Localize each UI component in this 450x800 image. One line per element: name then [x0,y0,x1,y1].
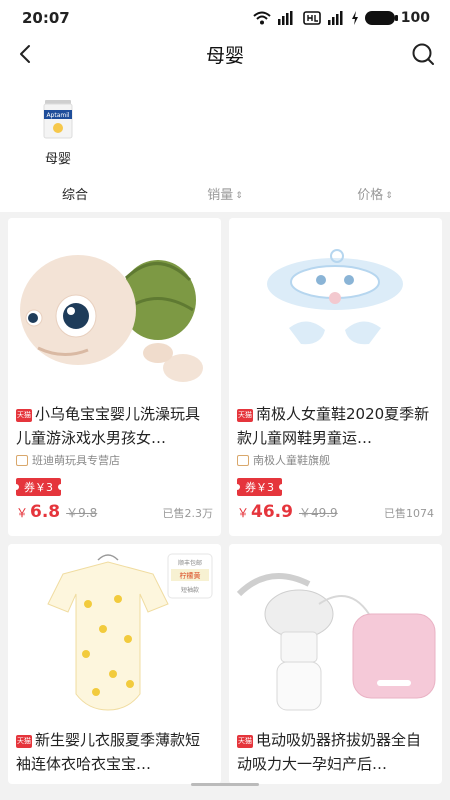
image-tag-shipping: 顺丰包邮 [178,559,202,567]
status-icons: 100 [253,10,430,26]
back-icon[interactable] [14,42,38,66]
product-title: 天猫 电动吸奶器挤拔奶器全自动吸力大一孕妇产后… [237,728,434,776]
status-time: 20:07 [22,9,70,27]
breast-pump-image [236,573,436,711]
battery-icon [364,11,398,25]
image-tag-color: 柠檬黄 [180,571,201,580]
tmall-badge: 天猫 [16,735,32,748]
price-line: ￥ 46.9 ￥49.9 已售1074 [237,502,434,522]
sort-bar: 综合 销量 ⇕ 价格 ⇕ [0,174,450,212]
tab-sales[interactable]: 销量 ⇕ [150,184,300,203]
nav-bar: 母婴 [0,36,450,72]
category-label: 母婴 [44,152,71,167]
coupon-badge: 券￥3 [13,478,64,496]
hd-signal-icon [277,11,293,25]
volte-icon [302,11,321,25]
product-card[interactable]: 天猫 南极人女童鞋2020夏季新款儿童网鞋男童运… 南极人童鞋旗舰 券￥3 ￥ 4… [229,218,442,536]
shop-line: 南极人童鞋旗舰 [237,452,434,468]
product-title-text: 小乌龟宝宝婴儿洗澡玩具儿童游泳戏水男孩女… [16,405,201,447]
shop-line: 班迪萌玩具专营店 [16,452,213,468]
tab-price-label: 价格 [357,187,384,203]
search-icon[interactable] [410,41,436,67]
price-symbol: ￥ [237,506,250,520]
sort-arrows-icon: ⇕ [235,190,243,201]
product-title-text: 电动吸奶器挤拔奶器全自动吸力大一孕妇产后… [237,731,422,773]
tmall-badge: 天猫 [16,409,32,422]
sold-count: 已售1074 [384,507,434,520]
product-image [229,218,442,396]
price-symbol: ￥ [16,506,29,520]
baby-romper-image: 顺丰包邮 柠檬黄 短袖款 [47,553,213,711]
cartoon-mascot-image [267,249,403,345]
tab-comprehensive[interactable]: 综合 [0,184,150,203]
sort-arrows-icon: ⇕ [385,190,393,201]
battery-level: 100 [400,10,430,26]
price: 46.9 [251,502,293,522]
product-image: 顺丰包邮 柠檬黄 短袖款 [8,544,221,722]
shop-name: 班迪萌玩具专营店 [32,454,120,467]
charging-icon [351,11,358,25]
wifi-icon [253,11,271,25]
sold-count: 已售2.3万 [162,507,214,520]
product-card[interactable]: 顺丰包邮 柠檬黄 短袖款 天猫 新生婴儿衣服夏季薄款短袖连体衣哈衣宝宝… [8,544,221,784]
tab-sales-label: 销量 [207,187,234,203]
milk-powder-can-icon: Aptamil [38,98,78,140]
product-title-text: 南极人女童鞋2020夏季新款儿童网鞋男童运… [237,405,430,447]
turtle-toy-image [20,255,203,382]
home-indicator[interactable] [191,783,259,786]
category-item-muying[interactable]: Aptamil 母婴 [30,98,86,167]
product-title: 天猫 南极人女童鞋2020夏季新款儿童网鞋男童运… [237,402,434,450]
image-tag-style: 短袖款 [181,586,199,594]
price: 6.8 [30,502,61,522]
tmall-badge: 天猫 [237,409,253,422]
page-title: 母婴 [205,44,244,67]
product-title: 天猫 小乌龟宝宝婴儿洗澡玩具儿童游泳戏水男孩女… [16,402,213,450]
signal-icon [327,11,343,25]
thumb-brand: Aptamil [46,112,69,119]
original-price: ￥49.9 [298,506,338,520]
coupon-badge: 券￥3 [234,478,285,496]
tab-price[interactable]: 价格 ⇕ [300,184,450,203]
product-card[interactable]: 天猫 电动吸奶器挤拔奶器全自动吸力大一孕妇产后… [229,544,442,784]
category-area: Aptamil 母婴 [0,72,450,174]
shop-icon [237,454,249,466]
product-image [8,218,221,396]
shop-name: 南极人童鞋旗舰 [253,454,330,467]
original-price: ￥9.8 [66,506,98,520]
product-image [229,544,442,722]
tmall-badge: 天猫 [237,735,253,748]
product-title-text: 新生婴儿衣服夏季薄款短袖连体衣哈衣宝宝… [16,731,201,773]
tab-comprehensive-label: 综合 [61,187,88,203]
shop-icon [16,454,28,466]
product-title: 天猫 新生婴儿衣服夏季薄款短袖连体衣哈衣宝宝… [16,728,213,776]
price-line: ￥ 6.8 ￥9.8 已售2.3万 [16,502,213,522]
product-card[interactable]: 天猫 小乌龟宝宝婴儿洗澡玩具儿童游泳戏水男孩女… 班迪萌玩具专营店 券￥3 ￥ 6… [8,218,221,536]
status-bar: 20:07 100 [0,0,450,36]
